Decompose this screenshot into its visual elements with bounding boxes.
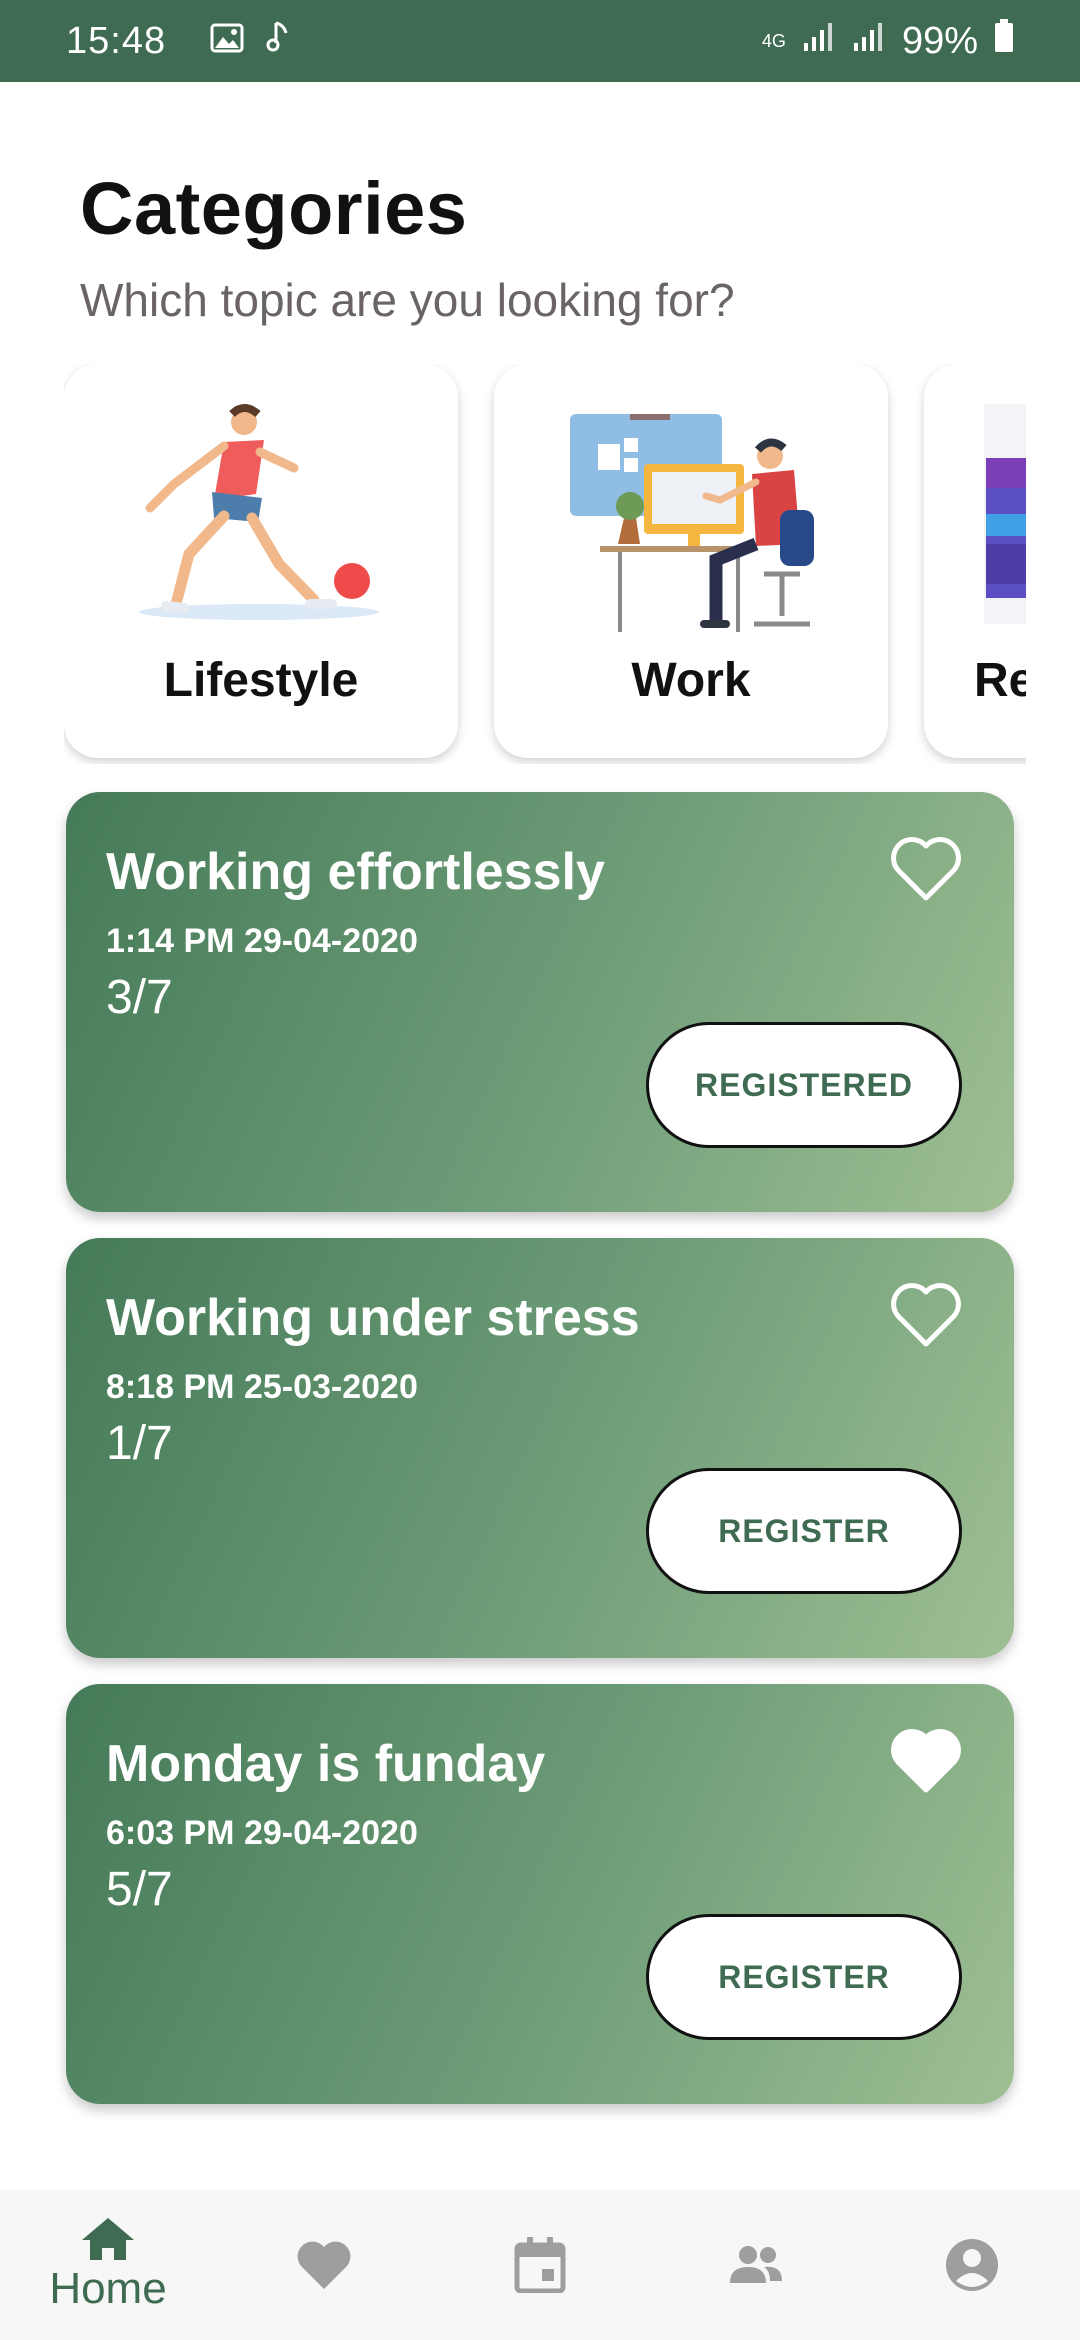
nav-item-calendar[interactable] xyxy=(432,2237,648,2293)
event-count: 5/7 xyxy=(106,1863,173,1916)
status-time: 15:48 xyxy=(66,19,167,62)
nav-item-home[interactable]: Home xyxy=(0,2216,216,2314)
lifestyle-illustration xyxy=(139,404,379,620)
event-card[interactable]: Working effortlessly 1:14 PM 29-04-2020 … xyxy=(66,792,1014,1212)
event-title: Monday is funday xyxy=(106,1735,546,1793)
category-card-lifestyle[interactable]: Lifestyle xyxy=(64,364,458,758)
event-count: 3/7 xyxy=(106,971,173,1024)
event-card[interactable]: Monday is funday 6:03 PM 29-04-2020 5/7 … xyxy=(66,1684,1014,2104)
page-title: Categories xyxy=(80,167,468,250)
network-type-icon: 4G xyxy=(761,30,786,51)
heart-icon xyxy=(297,2241,351,2289)
event-datetime: 8:18 PM 25-03-2020 xyxy=(106,1368,418,1406)
signal-icon-2 xyxy=(852,20,886,63)
battery-percent: 99% xyxy=(901,19,978,62)
status-bar: 15:48 4G 99% xyxy=(0,0,1080,82)
calendar-icon xyxy=(514,2237,566,2293)
bottom-nav: Home xyxy=(0,2190,1080,2340)
category-label: Work xyxy=(631,654,751,707)
gallery-icon xyxy=(210,20,244,63)
category-card-work[interactable]: Work xyxy=(494,364,888,758)
register-button[interactable]: REGISTER xyxy=(646,1914,962,2040)
registered-button[interactable]: REGISTERED xyxy=(646,1022,962,1148)
nav-item-favorites[interactable] xyxy=(216,2239,432,2291)
event-card[interactable]: Working under stress 8:18 PM 25-03-2020 … xyxy=(66,1238,1014,1658)
category-label: Lifestyle xyxy=(163,654,359,707)
music-note-icon xyxy=(266,19,292,63)
people-icon xyxy=(730,2246,782,2283)
event-datetime: 6:03 PM 29-04-2020 xyxy=(106,1814,418,1852)
category-card-partial[interactable]: Re xyxy=(924,364,1026,758)
category-illustration xyxy=(984,404,1026,624)
heart-outline-icon[interactable] xyxy=(890,1282,962,1350)
heart-filled-icon[interactable] xyxy=(890,1728,962,1796)
category-label: Re xyxy=(974,654,1026,707)
register-button[interactable]: REGISTER xyxy=(646,1468,962,1594)
nav-item-people[interactable] xyxy=(648,2243,864,2287)
battery-icon xyxy=(994,19,1014,63)
page-subtitle: Which topic are you looking for? xyxy=(80,274,735,326)
account-icon xyxy=(946,2239,998,2291)
nav-item-account[interactable] xyxy=(864,2237,1080,2293)
category-carousel[interactable]: Lifestyle Work Re xyxy=(64,364,1026,764)
event-count: 1/7 xyxy=(106,1417,173,1470)
work-illustration xyxy=(570,414,814,632)
heart-outline-icon[interactable] xyxy=(890,836,962,904)
home-icon xyxy=(82,2218,134,2260)
event-title: Working effortlessly xyxy=(106,843,605,901)
event-title: Working under stress xyxy=(106,1289,640,1347)
event-datetime: 1:14 PM 29-04-2020 xyxy=(106,922,418,960)
page-header: Categories Which topic are you looking f… xyxy=(80,166,735,327)
nav-label-home: Home xyxy=(49,2264,167,2313)
signal-icon xyxy=(802,20,836,63)
